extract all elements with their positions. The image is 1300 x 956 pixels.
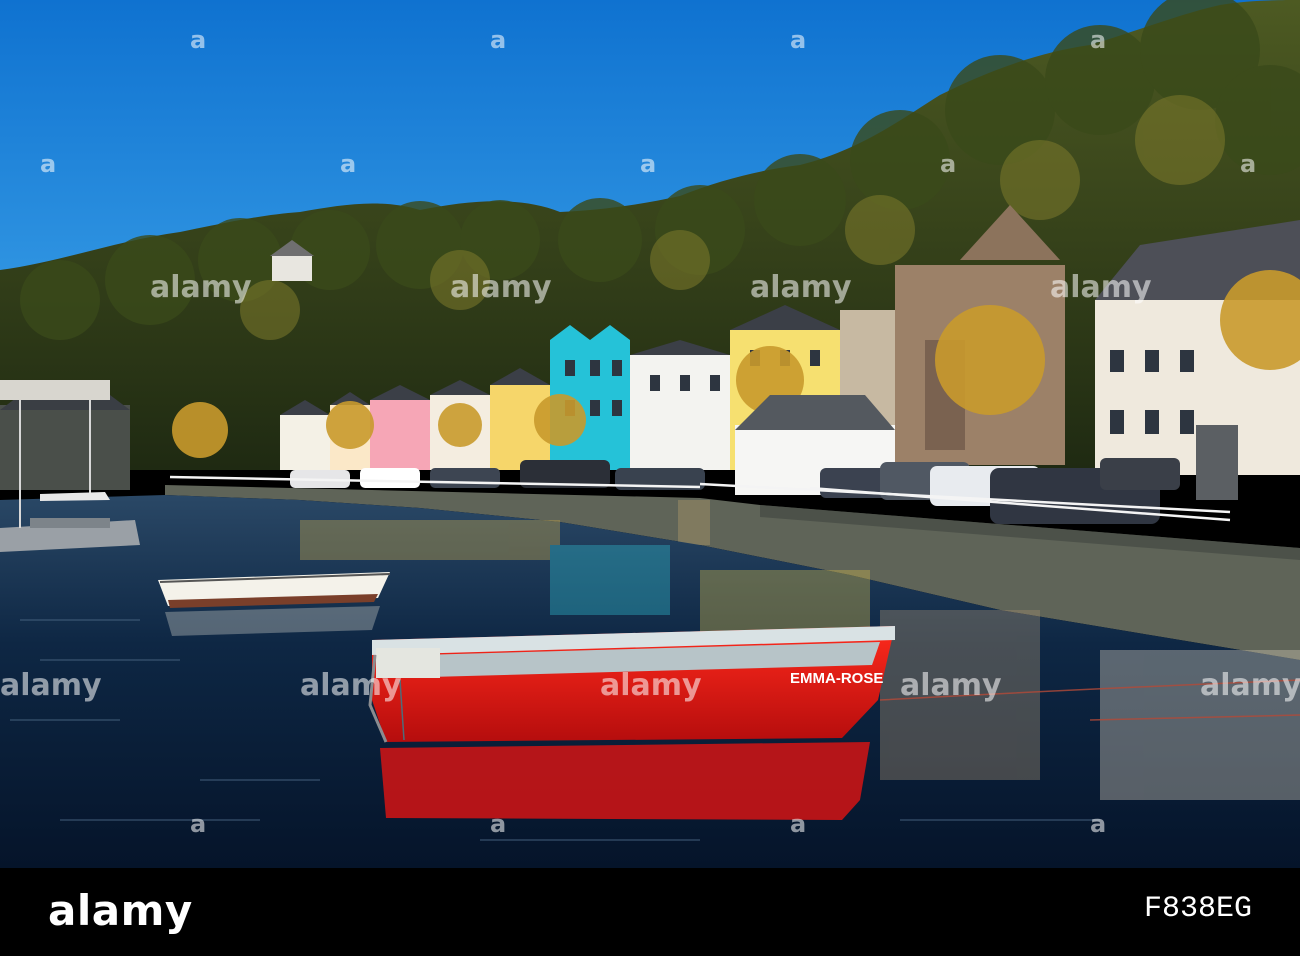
harbour-photo: EMMA-ROSE (0, 0, 1300, 868)
brand-name: alamy (48, 886, 193, 935)
image-id: F838EG (1143, 892, 1252, 926)
footer-bar: alamy F838EG (0, 868, 1300, 956)
alamy-logo: alamy (48, 886, 193, 935)
hilltop-house (272, 255, 312, 281)
red-boat-emma-rose: EMMA-ROSE (368, 626, 895, 743)
sea-wall-steps (678, 500, 710, 545)
boat-name: EMMA-ROSE (790, 670, 883, 687)
photo-frame: EMMA-ROSE a a a a alamy alamy alamy alam… (0, 0, 1300, 956)
red-boat-reflection (380, 742, 870, 820)
